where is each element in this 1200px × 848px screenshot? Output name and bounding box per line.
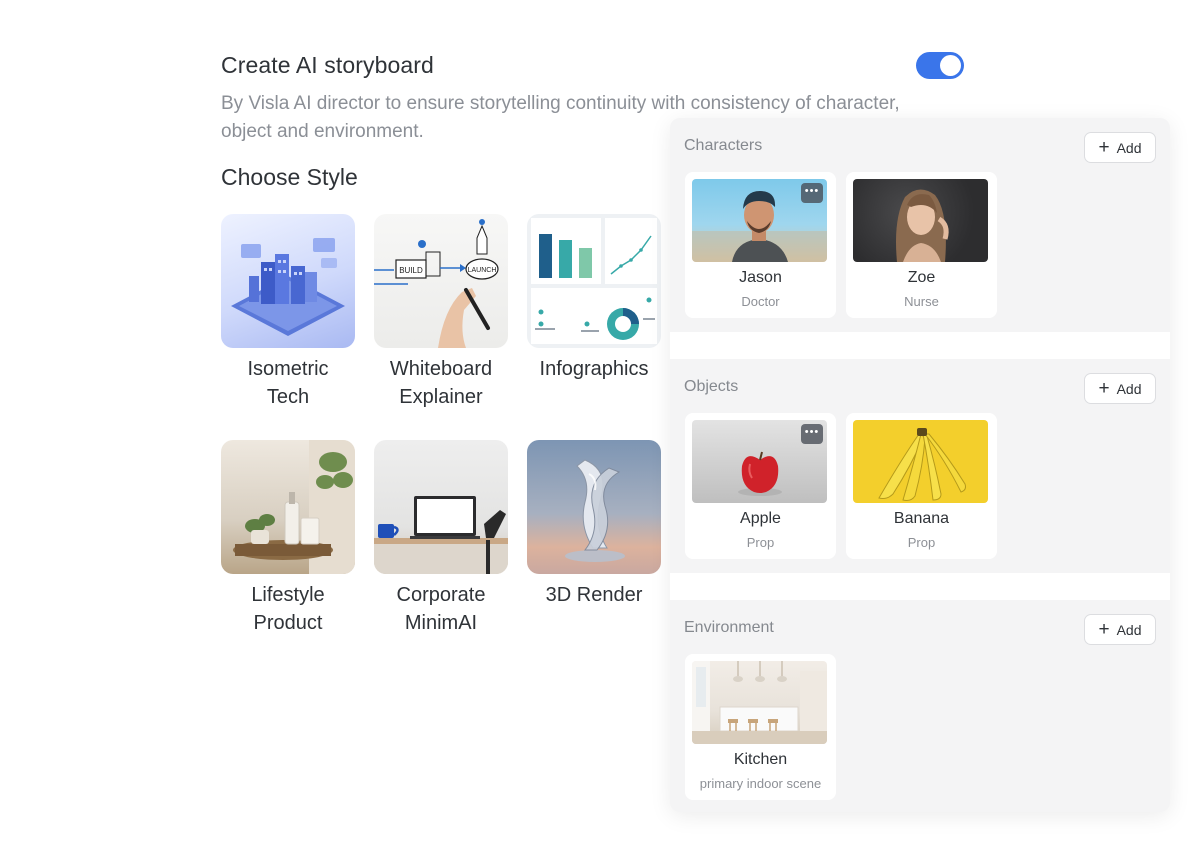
svg-text:BUILD: BUILD (399, 266, 423, 275)
object-card-banana[interactable]: Banana Prop (846, 413, 997, 559)
character-role: Nurse (904, 294, 939, 309)
zoe-photo (853, 179, 988, 262)
style-3d-render[interactable]: 3D Render (527, 440, 661, 609)
banana-photo (853, 420, 988, 503)
environment-section: Environment + Add Kitchen primary indoor … (670, 600, 1170, 812)
lifestyle-product-thumbnail (221, 440, 355, 574)
more-options-button[interactable]: ••• (801, 424, 823, 444)
plus-icon: + (1098, 137, 1110, 158)
apple-photo: ••• (692, 420, 827, 503)
object-name: Banana (893, 510, 950, 527)
style-label: Lifestyle Product (251, 584, 325, 634)
style-lifestyle-product[interactable]: Lifestyle Product (221, 440, 355, 637)
3d-render-thumbnail (527, 440, 661, 574)
kitchen-photo (692, 661, 827, 744)
plus-icon: + (1098, 619, 1110, 640)
whiteboard-explainer-thumbnail: BUILD LAUNCH (374, 214, 508, 348)
add-character-button[interactable]: + Add (1084, 132, 1156, 163)
add-environment-button[interactable]: + Add (1084, 614, 1156, 645)
style-label: Isometric Tech (247, 358, 329, 408)
object-name: Apple (740, 510, 781, 527)
style-label: Whiteboard Explainer (389, 358, 493, 408)
style-isometric-tech[interactable]: Isometric Tech (221, 214, 355, 411)
characters-title: Characters (684, 137, 763, 154)
choose-style-heading: Choose Style (221, 164, 358, 190)
storyboard-toggle[interactable] (916, 52, 964, 79)
section-divider (670, 332, 1170, 359)
character-role: Doctor (741, 294, 780, 309)
style-corporate-minimai[interactable]: Corporate MinimAI (374, 440, 508, 637)
section-divider (670, 573, 1170, 600)
plus-icon: + (1098, 378, 1110, 399)
corporate-minimai-thumbnail (374, 440, 508, 574)
object-role: Prop (907, 535, 936, 550)
style-whiteboard-explainer[interactable]: BUILD LAUNCH Whiteboard Explainer (374, 214, 508, 411)
character-name: Zoe (907, 269, 936, 286)
storyboard-title: Create AI storyboard (221, 52, 434, 78)
character-card-jason[interactable]: ••• Jason Doctor (685, 172, 836, 318)
isometric-tech-thumbnail (221, 214, 355, 348)
add-object-button[interactable]: + Add (1084, 373, 1156, 404)
assets-panel: Characters + Add ••• Jason Doctor Zoe Nu… (670, 118, 1170, 812)
environment-card-kitchen[interactable]: Kitchen primary indoor scene (685, 654, 836, 800)
infographics-thumbnail (527, 214, 661, 348)
characters-section: Characters + Add ••• Jason Doctor Zoe Nu… (670, 118, 1170, 332)
style-label: Corporate MinimAI (396, 584, 486, 634)
svg-text:LAUNCH: LAUNCH (468, 267, 497, 274)
more-options-button[interactable]: ••• (801, 183, 823, 203)
jason-photo: ••• (692, 179, 827, 262)
environment-title: Environment (684, 619, 774, 636)
character-name: Jason (739, 269, 782, 286)
style-label: 3D Render (545, 584, 643, 606)
style-label: Infographics (539, 358, 649, 380)
toggle-knob (940, 55, 961, 76)
objects-title: Objects (684, 378, 739, 395)
objects-section: Objects + Add ••• Apple Prop Banana Prop (670, 359, 1170, 573)
style-infographics[interactable]: Infographics (527, 214, 661, 383)
object-role: Prop (746, 535, 775, 550)
character-card-zoe[interactable]: Zoe Nurse (846, 172, 997, 318)
object-card-apple[interactable]: ••• Apple Prop (685, 413, 836, 559)
environment-role: primary indoor scene (699, 776, 822, 791)
environment-name: Kitchen (733, 751, 788, 768)
